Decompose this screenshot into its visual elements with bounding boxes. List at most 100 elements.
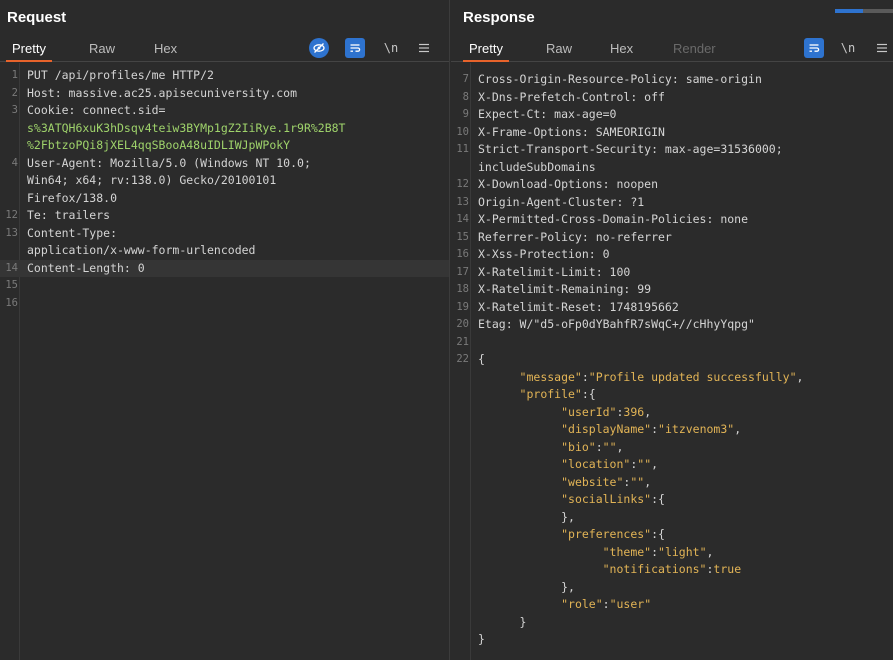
- code-line[interactable]: },: [451, 509, 893, 527]
- line-text: X-Frame-Options: SAMEORIGIN: [478, 124, 665, 139]
- line-text: "bio":"",: [561, 439, 624, 454]
- code-line[interactable]: 9 Expect-Ct: max-age=0: [451, 106, 893, 124]
- code-line[interactable]: 15 Referrer-Policy: no-referrer: [451, 229, 893, 247]
- code-line[interactable]: 16: [0, 295, 449, 313]
- line-text: PUT /api/profiles/me HTTP/2: [27, 68, 214, 82]
- code-line[interactable]: application/x-www-form-urlencoded: [0, 242, 449, 260]
- line-text: "preferences":{: [561, 527, 665, 541]
- request-editor[interactable]: 1 PUT /api/profiles/me HTTP/2 2 Host: massi…: [0, 63, 449, 660]
- eye-off-icon[interactable]: [309, 38, 329, 58]
- response-tab-raw[interactable]: Raw: [546, 41, 572, 56]
- line-text: "displayName":"itzvenom3",: [561, 422, 742, 436]
- newline-toggle[interactable]: \n: [381, 38, 401, 58]
- code-line[interactable]: },: [451, 579, 893, 597]
- code-line[interactable]: }: [451, 631, 893, 649]
- code-line[interactable]: "message":"Profile updated successfully"…: [451, 369, 893, 387]
- code-line[interactable]: "role":"user": [451, 596, 893, 614]
- line-text: Win64; x64; rv:138.0) Gecko/20100101: [27, 173, 277, 187]
- code-line[interactable]: "displayName":"itzvenom3",: [451, 421, 893, 439]
- line-text: X-Ratelimit-Limit: 100: [478, 264, 631, 279]
- line-text: "profile":{: [519, 387, 596, 401]
- code-line[interactable]: 17 X-Ratelimit-Limit: 100: [451, 264, 893, 282]
- line-number: 20: [456, 318, 469, 330]
- line-number: 3: [11, 104, 18, 116]
- code-line[interactable]: 18 X-Ratelimit-Remaining: 99: [451, 281, 893, 299]
- line-number: 12: [456, 178, 469, 190]
- code-line[interactable]: s%3ATQH6xuK3hDsqv4teiw3BYMp1gZ2IiRye.1r9…: [0, 120, 449, 138]
- line-text: {: [478, 352, 485, 366]
- line-text: "socialLinks":{: [561, 492, 665, 506]
- code-line[interactable]: 15: [0, 277, 449, 295]
- code-line[interactable]: includeSubDomains: [451, 159, 893, 177]
- top-scroll-indicator: [835, 0, 893, 13]
- response-tab-hex[interactable]: Hex: [610, 41, 633, 56]
- code-line[interactable]: }: [451, 614, 893, 632]
- response-tabbar: Pretty Raw Hex Render \n: [451, 38, 893, 62]
- code-line[interactable]: 2 Host: massive.ac25.apisecuniversity.com: [0, 85, 449, 103]
- code-line[interactable]: 20 Etag: W/"d5-oFp0dYBahfR7sWqC+//cHhyYqp…: [451, 316, 893, 334]
- code-line[interactable]: 13 Origin-Agent-Cluster: ?1: [451, 194, 893, 212]
- code-line[interactable]: 10 X-Frame-Options: SAMEORIGIN: [451, 124, 893, 142]
- line-number: 19: [456, 300, 469, 313]
- line-text: }: [478, 632, 485, 646]
- menu-icon[interactable]: [872, 38, 892, 58]
- line-text: Cookie: connect.sid=: [27, 103, 166, 117]
- code-line[interactable]: Firefox/138.0: [0, 190, 449, 208]
- line-text: "location":"",: [561, 457, 659, 471]
- line-text: Te: trailers: [27, 208, 111, 222]
- request-tab-hex[interactable]: Hex: [154, 41, 177, 56]
- line-text: X-Download-Options: noopen: [478, 177, 659, 191]
- line-number: 10: [456, 125, 469, 138]
- code-line[interactable]: "bio":"",: [451, 439, 893, 457]
- line-number: 1: [11, 69, 18, 81]
- line-number: 14: [5, 261, 18, 274]
- line-text: application/x-www-form-urlencoded: [27, 243, 256, 257]
- code-line[interactable]: 13 Content-Type:: [0, 225, 449, 243]
- code-line[interactable]: 21: [451, 334, 893, 352]
- line-text: %2FbtzoPQi8jXEL4qqSBooA48uIDLIWJpWPokY: [27, 138, 291, 152]
- response-tab-render[interactable]: Render: [673, 41, 716, 56]
- line-text: "theme":"light",: [602, 544, 714, 559]
- code-line[interactable]: "theme":"light",: [451, 544, 893, 562]
- code-line[interactable]: "website":"",: [451, 474, 893, 492]
- code-line[interactable]: 1 PUT /api/profiles/me HTTP/2: [0, 67, 449, 85]
- code-line[interactable]: 11 Strict-Transport-Security: max-age=315…: [451, 141, 893, 159]
- code-line[interactable]: 16 X-Xss-Protection: 0: [451, 246, 893, 264]
- response-tab-pretty[interactable]: Pretty: [463, 41, 509, 62]
- code-line[interactable]: 12 Te: trailers: [0, 207, 449, 225]
- request-title: Request: [7, 9, 67, 26]
- code-line[interactable]: 14 X-Permitted-Cross-Domain-Policies: non…: [451, 211, 893, 229]
- line-text: includeSubDomains: [478, 159, 596, 174]
- code-line[interactable]: "preferences":{: [451, 526, 893, 544]
- code-line[interactable]: Win64; x64; rv:138.0) Gecko/20100101: [0, 172, 449, 190]
- newline-toggle[interactable]: \n: [838, 38, 858, 58]
- code-line[interactable]: 3 Cookie: connect.sid=: [0, 102, 449, 120]
- line-text: "website":"",: [561, 474, 652, 489]
- line-text: },: [478, 579, 575, 594]
- response-editor[interactable]: 7 Cross-Origin-Resource-Policy: same-orig…: [451, 63, 893, 660]
- request-tabbar: Pretty Raw Hex \n: [0, 38, 449, 62]
- wrap-icon[interactable]: [804, 38, 824, 58]
- request-tab-pretty[interactable]: Pretty: [6, 41, 52, 62]
- line-number: 9: [462, 108, 469, 120]
- code-line[interactable]: "notifications":true: [451, 561, 893, 579]
- code-line[interactable]: %2FbtzoPQi8jXEL4qqSBooA48uIDLIWJpWPokY: [0, 137, 449, 155]
- line-number: 15: [456, 230, 469, 243]
- code-line[interactable]: 7 Cross-Origin-Resource-Policy: same-orig…: [451, 71, 893, 89]
- code-line[interactable]: 12 X-Download-Options: noopen: [451, 176, 893, 194]
- code-line[interactable]: "location":"",: [451, 456, 893, 474]
- line-text: X-Xss-Protection: 0: [478, 247, 610, 261]
- code-line[interactable]: 14 Content-Length: 0: [0, 259, 449, 277]
- request-tab-raw[interactable]: Raw: [89, 41, 115, 56]
- line-text: X-Permitted-Cross-Domain-Policies: none: [478, 212, 749, 226]
- code-line[interactable]: "profile":{: [451, 386, 893, 404]
- menu-icon[interactable]: [414, 38, 434, 58]
- code-line[interactable]: 8 X-Dns-Prefetch-Control: off: [451, 89, 893, 107]
- code-line[interactable]: 19 X-Ratelimit-Reset: 1748195662: [451, 299, 893, 317]
- code-line[interactable]: 22 {: [451, 351, 893, 369]
- code-line[interactable]: 4 User-Agent: Mozilla/5.0 (Windows NT 10.…: [0, 155, 449, 173]
- line-number: 17: [456, 265, 469, 278]
- wrap-icon[interactable]: [345, 38, 365, 58]
- code-line[interactable]: "socialLinks":{: [451, 491, 893, 509]
- code-line[interactable]: "userId":396,: [451, 404, 893, 422]
